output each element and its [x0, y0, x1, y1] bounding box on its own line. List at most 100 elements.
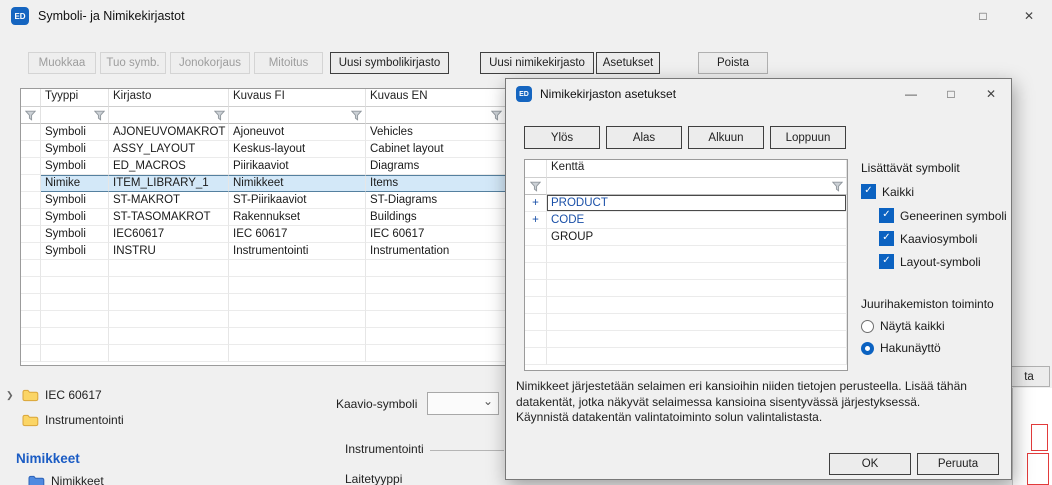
highlight-box — [1027, 453, 1049, 485]
ok-button[interactable]: OK — [829, 453, 911, 475]
background-panel-fragment — [1012, 388, 1052, 485]
table-cell — [229, 311, 366, 328]
row-indicator-cell — [21, 260, 41, 277]
tree-item-iec-60617[interactable]: ❯IEC 60617 — [6, 388, 102, 402]
table-cell — [229, 277, 366, 294]
tree-item-instrumentointi[interactable]: Instrumentointi — [6, 413, 124, 427]
dialog-close-button[interactable]: ✕ — [971, 79, 1011, 109]
row-indicator-cell — [21, 175, 41, 192]
expand-indicator — [525, 263, 547, 280]
column-header-kirjasto[interactable]: Kirjasto — [109, 89, 229, 107]
checkbox-kaikki[interactable]: ✓Kaikki — [861, 184, 914, 199]
expand-indicator — [525, 348, 547, 365]
table-cell — [41, 294, 109, 311]
move-button-loppuun[interactable]: Loppuun — [770, 126, 846, 149]
window-controls: □ ✕ — [960, 0, 1052, 32]
field-row[interactable] — [525, 297, 847, 314]
filter-icon[interactable] — [530, 181, 541, 192]
filter-cell[interactable] — [41, 107, 109, 124]
kaavio-symboli-label: Kaavio-symboli — [336, 397, 417, 411]
table-cell — [41, 260, 109, 277]
radio-näytä-kaikki[interactable]: Näytä kaikki — [861, 319, 945, 333]
field-cell[interactable]: CODE — [547, 212, 847, 229]
dialog-description: Nimikkeet järjestetään selaimen eri kans… — [516, 379, 976, 426]
field-row[interactable]: GROUP — [525, 229, 847, 246]
groupbox-line — [430, 450, 504, 451]
row-indicator-cell — [21, 192, 41, 209]
table-cell — [109, 328, 229, 345]
dialog-maximize-button[interactable]: □ — [931, 79, 971, 109]
table-cell: ASSY_LAYOUT — [109, 141, 229, 158]
field-cell — [547, 246, 847, 263]
field-cell[interactable]: PRODUCT — [547, 195, 847, 212]
kaavio-symboli-combo[interactable]: ⌄ — [427, 392, 499, 415]
filter-cell[interactable] — [109, 107, 229, 124]
column-header-kuvaus-en[interactable]: Kuvaus EN — [366, 89, 506, 107]
filter-icon[interactable] — [25, 110, 36, 121]
toolbar-button-poista[interactable]: Poista — [698, 52, 768, 74]
partial-poista-button[interactable]: ta — [1008, 366, 1050, 387]
tree-item-partial[interactable]: Nimikkeet — [28, 474, 104, 485]
expand-indicator — [525, 229, 547, 246]
table-cell — [109, 277, 229, 294]
row-indicator-cell — [21, 328, 41, 345]
filter-icon[interactable] — [832, 181, 843, 192]
table-cell — [366, 311, 506, 328]
column-header-tyyppi[interactable]: Tyyppi — [41, 89, 109, 107]
table-cell — [229, 328, 366, 345]
dialog-minimize-button[interactable]: — — [891, 79, 931, 109]
field-row[interactable] — [525, 314, 847, 331]
column-header-kuvaus-fi[interactable]: Kuvaus FI — [229, 89, 366, 107]
checkbox-geneerinen-symboli[interactable]: ✓Geneerinen symboli — [879, 208, 1007, 223]
filter-cell[interactable] — [547, 178, 847, 195]
table-cell — [366, 345, 506, 362]
table-cell: IEC 60617 — [229, 226, 366, 243]
table-cell: Symboli — [41, 192, 109, 209]
checkbox-kaaviosymboli[interactable]: ✓Kaaviosymboli — [879, 231, 977, 246]
toolbar-button-uusi-symbolikirjasto[interactable]: Uusi symbolikirjasto — [330, 52, 449, 74]
field-row[interactable] — [525, 348, 847, 365]
field-cell — [547, 314, 847, 331]
folder-icon — [28, 475, 45, 485]
cancel-button[interactable]: Peruuta — [917, 453, 999, 475]
table-cell — [366, 260, 506, 277]
filter-icon[interactable] — [94, 110, 105, 121]
field-row[interactable] — [525, 331, 847, 348]
field-table: Kenttä +PRODUCT+CODEGROUP — [524, 159, 848, 371]
field-row[interactable] — [525, 280, 847, 297]
tree-item-label: IEC 60617 — [45, 388, 102, 402]
filter-row-indicator — [525, 178, 547, 195]
table-cell: IEC60617 — [109, 226, 229, 243]
filter-icon[interactable] — [491, 110, 502, 121]
move-button-ylös[interactable]: Ylös — [524, 126, 600, 149]
table-cell — [109, 311, 229, 328]
checkbox-layout-symboli[interactable]: ✓Layout-symboli — [879, 254, 981, 269]
field-row[interactable]: +CODE — [525, 212, 847, 229]
toolbar-button-asetukset[interactable]: Asetukset — [596, 52, 660, 74]
move-button-alkuun[interactable]: Alkuun — [688, 126, 764, 149]
filter-icon[interactable] — [214, 110, 225, 121]
row-header-corner — [21, 89, 41, 107]
close-button[interactable]: ✕ — [1006, 0, 1052, 32]
table-cell: Instrumentointi — [229, 243, 366, 260]
filter-icon[interactable] — [351, 110, 362, 121]
column-header-kenttä[interactable]: Kenttä — [547, 160, 847, 178]
filter-cell[interactable] — [229, 107, 366, 124]
move-button-alas[interactable]: Alas — [606, 126, 682, 149]
field-row[interactable] — [525, 246, 847, 263]
field-row[interactable] — [525, 263, 847, 280]
checkbox-box: ✓ — [879, 208, 894, 223]
table-cell: Ajoneuvot — [229, 124, 366, 141]
table-cell — [41, 328, 109, 345]
field-cell[interactable]: GROUP — [547, 229, 847, 246]
toolbar-button-uusi-nimikekirjasto[interactable]: Uusi nimikekirjasto — [480, 52, 594, 74]
main-window: ED Symboli- ja Nimikekirjastot □ ✕ Muokk… — [0, 0, 1052, 485]
table-cell: Piirikaaviot — [229, 158, 366, 175]
row-indicator-cell — [21, 209, 41, 226]
maximize-button[interactable]: □ — [960, 0, 1006, 32]
folder-icon — [22, 389, 39, 402]
filter-cell[interactable] — [366, 107, 506, 124]
expand-indicator — [525, 314, 547, 331]
field-row[interactable]: +PRODUCT — [525, 195, 847, 212]
radio-hakunäyttö[interactable]: Hakunäyttö — [861, 341, 941, 355]
